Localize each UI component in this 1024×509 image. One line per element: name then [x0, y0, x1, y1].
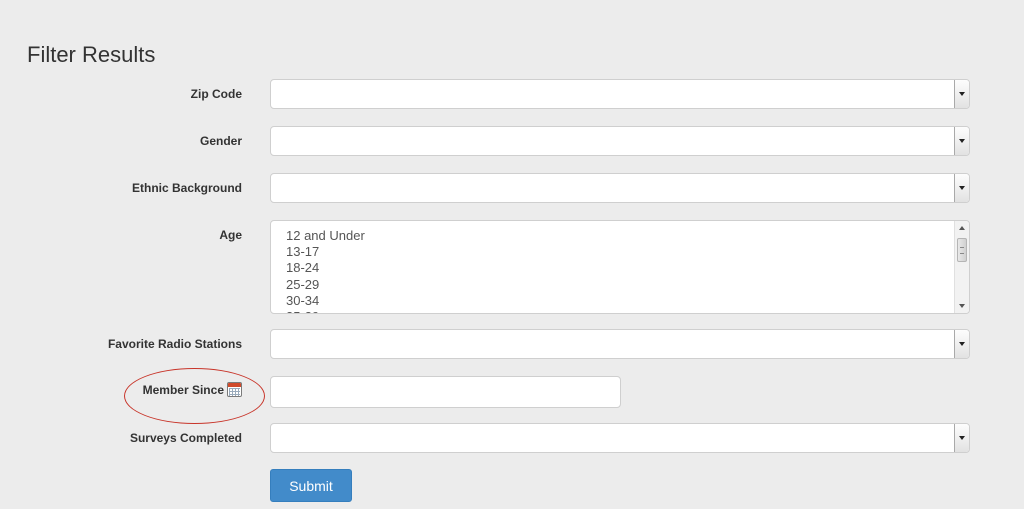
chevron-down-icon[interactable]	[954, 330, 969, 358]
gender-select[interactable]	[270, 126, 970, 156]
zip-code-label: Zip Code	[190, 87, 242, 101]
calendar-icon[interactable]	[227, 382, 242, 397]
submit-button[interactable]: Submit	[270, 469, 352, 502]
filter-results-page: Filter Results Zip Code Gender Ethnic Ba…	[0, 0, 1024, 509]
ethnic-background-select[interactable]	[270, 173, 970, 203]
age-option[interactable]: 18-24	[286, 260, 365, 276]
age-options-list: 12 and Under 13-17 18-24 25-29 30-34 35-…	[286, 228, 365, 313]
age-scrollbar[interactable]	[954, 221, 969, 313]
favorite-radio-stations-select[interactable]	[270, 329, 970, 359]
gender-label: Gender	[199, 134, 242, 148]
zip-code-select[interactable]	[270, 79, 970, 109]
age-option[interactable]: 35-39	[286, 309, 365, 313]
scroll-down-arrow-icon[interactable]	[959, 304, 965, 308]
surveys-completed-label: Surveys Completed	[129, 431, 242, 445]
age-multiselect[interactable]: 12 and Under 13-17 18-24 25-29 30-34 35-…	[270, 220, 970, 314]
member-since-input[interactable]	[270, 376, 621, 408]
member-since-label-text: Member Since	[142, 382, 224, 397]
ethnic-background-label: Ethnic Background	[131, 181, 242, 195]
surveys-completed-select[interactable]	[270, 423, 970, 453]
chevron-down-icon[interactable]	[954, 80, 969, 108]
age-option[interactable]: 12 and Under	[286, 228, 365, 244]
member-since-label: Member Since	[143, 382, 242, 397]
chevron-down-icon[interactable]	[954, 424, 969, 452]
age-option[interactable]: 30-34	[286, 293, 365, 309]
chevron-down-icon[interactable]	[954, 174, 969, 202]
favorite-radio-stations-label: Favorite Radio Stations	[107, 337, 242, 351]
age-label: Age	[219, 228, 242, 242]
page-title: Filter Results	[27, 42, 156, 67]
age-option[interactable]: 25-29	[286, 277, 365, 293]
chevron-down-icon[interactable]	[954, 127, 969, 155]
age-option[interactable]: 13-17	[286, 244, 365, 260]
scroll-up-arrow-icon[interactable]	[959, 226, 965, 230]
scroll-thumb[interactable]	[957, 238, 967, 262]
